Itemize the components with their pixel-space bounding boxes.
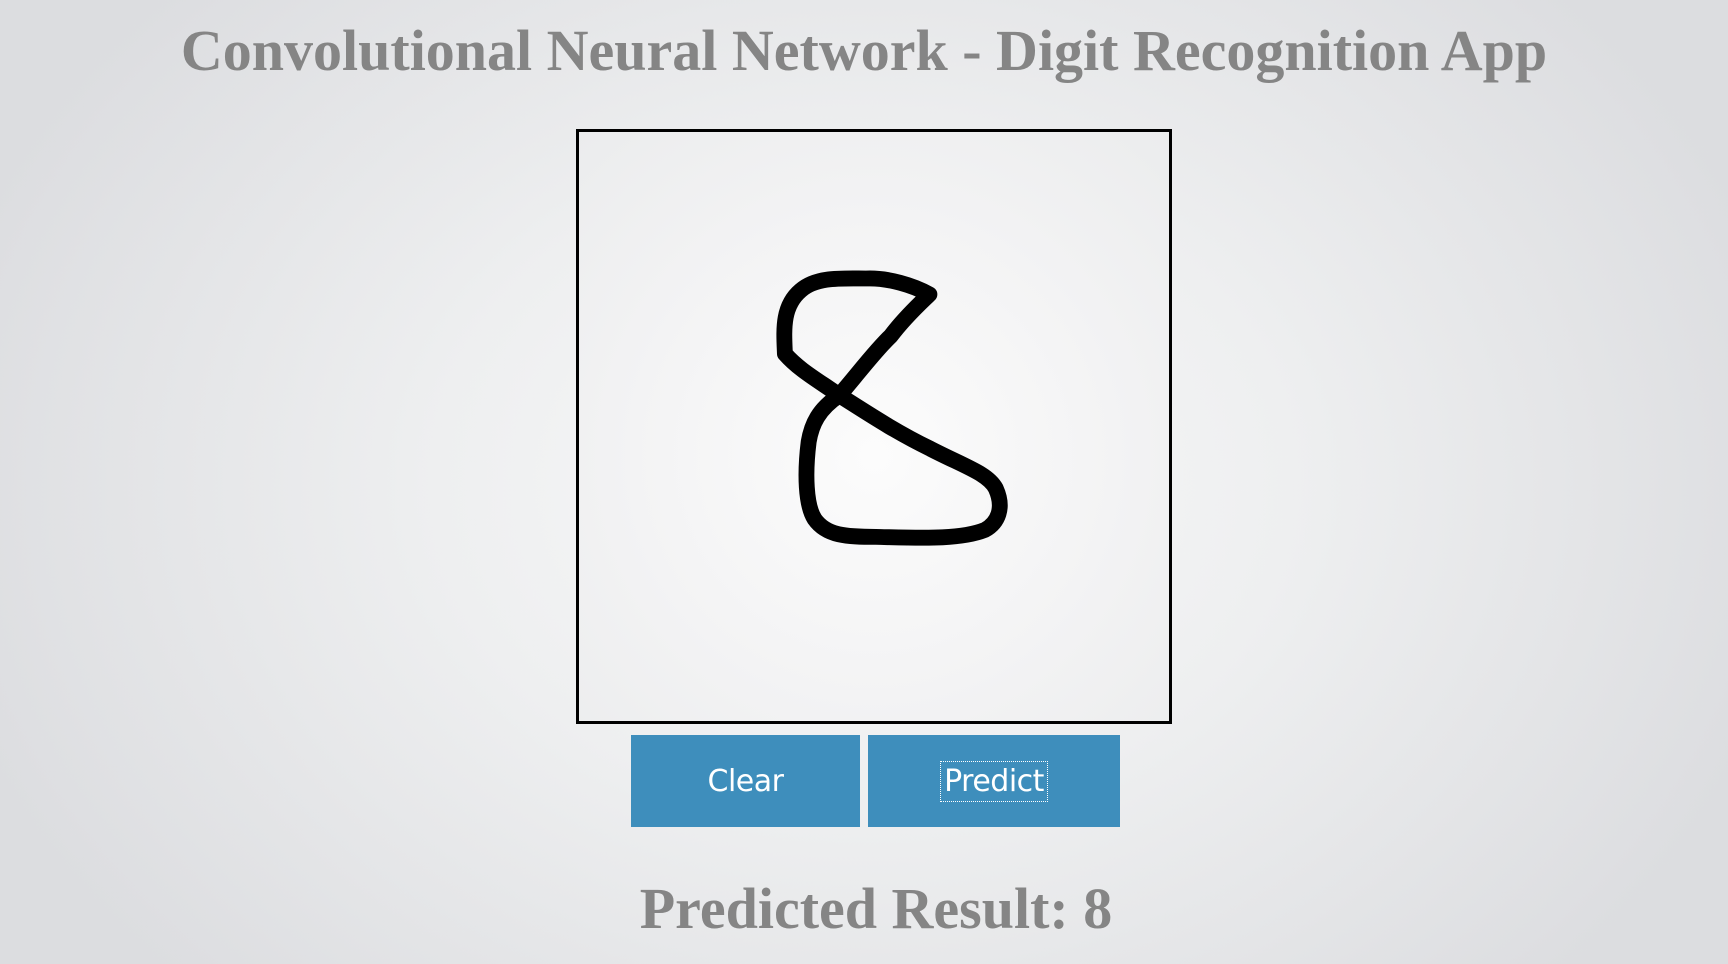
predict-button-label: Predict (940, 760, 1048, 802)
predict-button[interactable]: Predict (868, 735, 1120, 827)
predicted-result: Predicted Result: 8 (639, 876, 1113, 941)
app-title: Convolutional Neural Network - Digit Rec… (180, 18, 1548, 83)
drawing-canvas[interactable] (576, 129, 1172, 724)
clear-button-label: Clear (707, 763, 784, 799)
handwritten-digit-stroke (776, 270, 1008, 546)
clear-button[interactable]: Clear (631, 735, 860, 827)
